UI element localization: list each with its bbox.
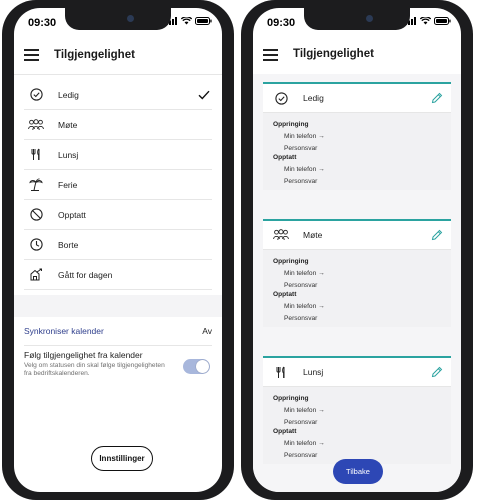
card-title: Ledig [303, 93, 324, 103]
notch [304, 8, 410, 30]
forward-target[interactable]: Personsvar [284, 419, 441, 426]
people-icon [273, 227, 289, 243]
status-item-ferie[interactable]: Ferie [24, 170, 212, 200]
follow-calendar-toggle[interactable] [183, 359, 210, 374]
settings-button[interactable]: Innstillinger [91, 446, 153, 471]
battery-icon [434, 17, 451, 25]
follow-calendar-description: Velg om statusen din skal følge tilgjeng… [24, 362, 165, 378]
availability-detail-screen: 09:30 Tilgjengelighet Ledig Oppringing M… [253, 8, 461, 492]
forward-target[interactable]: Min telefon → [284, 303, 441, 310]
selected-check-icon [198, 87, 210, 105]
section-title: Opptatt [273, 154, 297, 161]
status-label: Gått for dagen [58, 269, 113, 280]
app-header: Tilgjengelighet [253, 38, 461, 72]
people-icon [28, 117, 44, 133]
page-title: Tilgjengelighet [54, 49, 135, 61]
card-header: Møte [263, 221, 451, 250]
status-label: Møte [58, 119, 78, 130]
status-label: Lunsj [58, 149, 79, 160]
edit-pencil-icon[interactable] [431, 91, 443, 109]
page-title: Tilgjengelighet [293, 48, 374, 60]
sync-calendar-value: Av [202, 326, 212, 336]
camera-icon [366, 15, 373, 22]
section-title: Opptatt [273, 291, 297, 298]
forward-target[interactable]: Personsvar [284, 145, 441, 152]
sync-calendar-row[interactable]: Synkroniser kalender Av [24, 317, 212, 346]
wifi-icon [181, 17, 192, 25]
status-label: Borte [58, 239, 79, 250]
edit-pencil-icon[interactable] [431, 228, 443, 246]
status-item-mote[interactable]: Møte [24, 110, 212, 140]
phone-frame-left: 09:30 Tilgjengelighet Ledig Møte Lunsj F… [2, 0, 234, 500]
status-time: 09:30 [28, 17, 57, 29]
hamburger-menu-icon[interactable] [24, 49, 39, 61]
cutlery-icon [28, 147, 44, 163]
palm-tree-icon [28, 177, 44, 193]
phone-frame-right: 09:30 Tilgjengelighet Ledig Oppringing M… [241, 0, 473, 500]
status-icons [166, 17, 212, 25]
sync-calendar-label[interactable]: Synkroniser kalender [24, 326, 104, 336]
card-title: Lunsj [303, 367, 324, 377]
forward-target[interactable]: Personsvar [284, 452, 441, 459]
divider [14, 74, 222, 75]
status-list: Ledig Møte Lunsj Ferie Opptatt Borte Gåt… [24, 80, 212, 290]
status-card-lunsj: Lunsj Oppringing Min telefon → Personsva… [263, 356, 451, 464]
status-item-opptatt[interactable]: Opptatt [24, 200, 212, 230]
battery-icon [195, 17, 212, 25]
section-title: Oppringing [273, 395, 309, 402]
notch [65, 8, 171, 30]
availability-screen: 09:30 Tilgjengelighet Ledig Møte Lunsj F… [14, 8, 222, 492]
status-time: 09:30 [267, 17, 296, 29]
forward-target[interactable]: Min telefon → [284, 270, 441, 277]
status-card-ledig: Ledig Oppringing Min telefon → Personsva… [263, 82, 451, 190]
status-item-ledig[interactable]: Ledig [24, 80, 212, 110]
forward-target[interactable]: Min telefon → [284, 133, 441, 140]
status-cards-area: Ledig Oppringing Min telefon → Personsva… [253, 74, 461, 492]
forward-target[interactable]: Min telefon → [284, 440, 441, 447]
follow-calendar-title: Følg tilgjengelighet fra kalender [24, 350, 143, 360]
status-item-lunsj[interactable]: Lunsj [24, 140, 212, 170]
status-label: Ledig [58, 89, 79, 100]
check-circle-icon [28, 87, 44, 103]
section-title: Oppringing [273, 258, 309, 265]
card-header: Lunsj [263, 358, 451, 387]
status-card-mote: Møte Oppringing Min telefon → Personsvar… [263, 219, 451, 327]
hamburger-menu-icon[interactable] [263, 49, 278, 61]
edit-pencil-icon[interactable] [431, 365, 443, 383]
status-item-borte[interactable]: Borte [24, 230, 212, 260]
wifi-icon [420, 17, 431, 25]
forward-target[interactable]: Personsvar [284, 315, 441, 322]
status-item-gatt-for-dagen[interactable]: Gått for dagen [24, 260, 212, 290]
section-title: Opptatt [273, 428, 297, 435]
app-header: Tilgjengelighet [14, 38, 222, 72]
card-title: Møte [303, 230, 323, 240]
no-entry-icon [28, 207, 44, 223]
card-header: Ledig [263, 84, 451, 113]
leave-icon [28, 267, 44, 283]
forward-target[interactable]: Min telefon → [284, 166, 441, 173]
section-title: Oppringing [273, 121, 309, 128]
clock-icon [28, 237, 44, 253]
status-label: Opptatt [58, 209, 86, 220]
back-button[interactable]: Tilbake [333, 459, 383, 484]
follow-calendar-row: Følg tilgjengelighet fra kalender Velg o… [24, 350, 212, 378]
forward-target[interactable]: Personsvar [284, 282, 441, 289]
check-circle-icon [273, 90, 289, 106]
status-icons [405, 17, 451, 25]
toggle-knob [196, 360, 209, 373]
camera-icon [127, 15, 134, 22]
card-body: Oppringing Min telefon → Personsvar Oppt… [263, 250, 451, 327]
status-label: Ferie [58, 179, 78, 190]
cutlery-icon [273, 364, 289, 380]
card-body: Oppringing Min telefon → Personsvar Oppt… [263, 387, 451, 464]
forward-target[interactable]: Personsvar [284, 178, 441, 185]
forward-target[interactable]: Min telefon → [284, 407, 441, 414]
section-spacer [14, 295, 222, 317]
card-body: Oppringing Min telefon → Personsvar Oppt… [263, 113, 451, 190]
